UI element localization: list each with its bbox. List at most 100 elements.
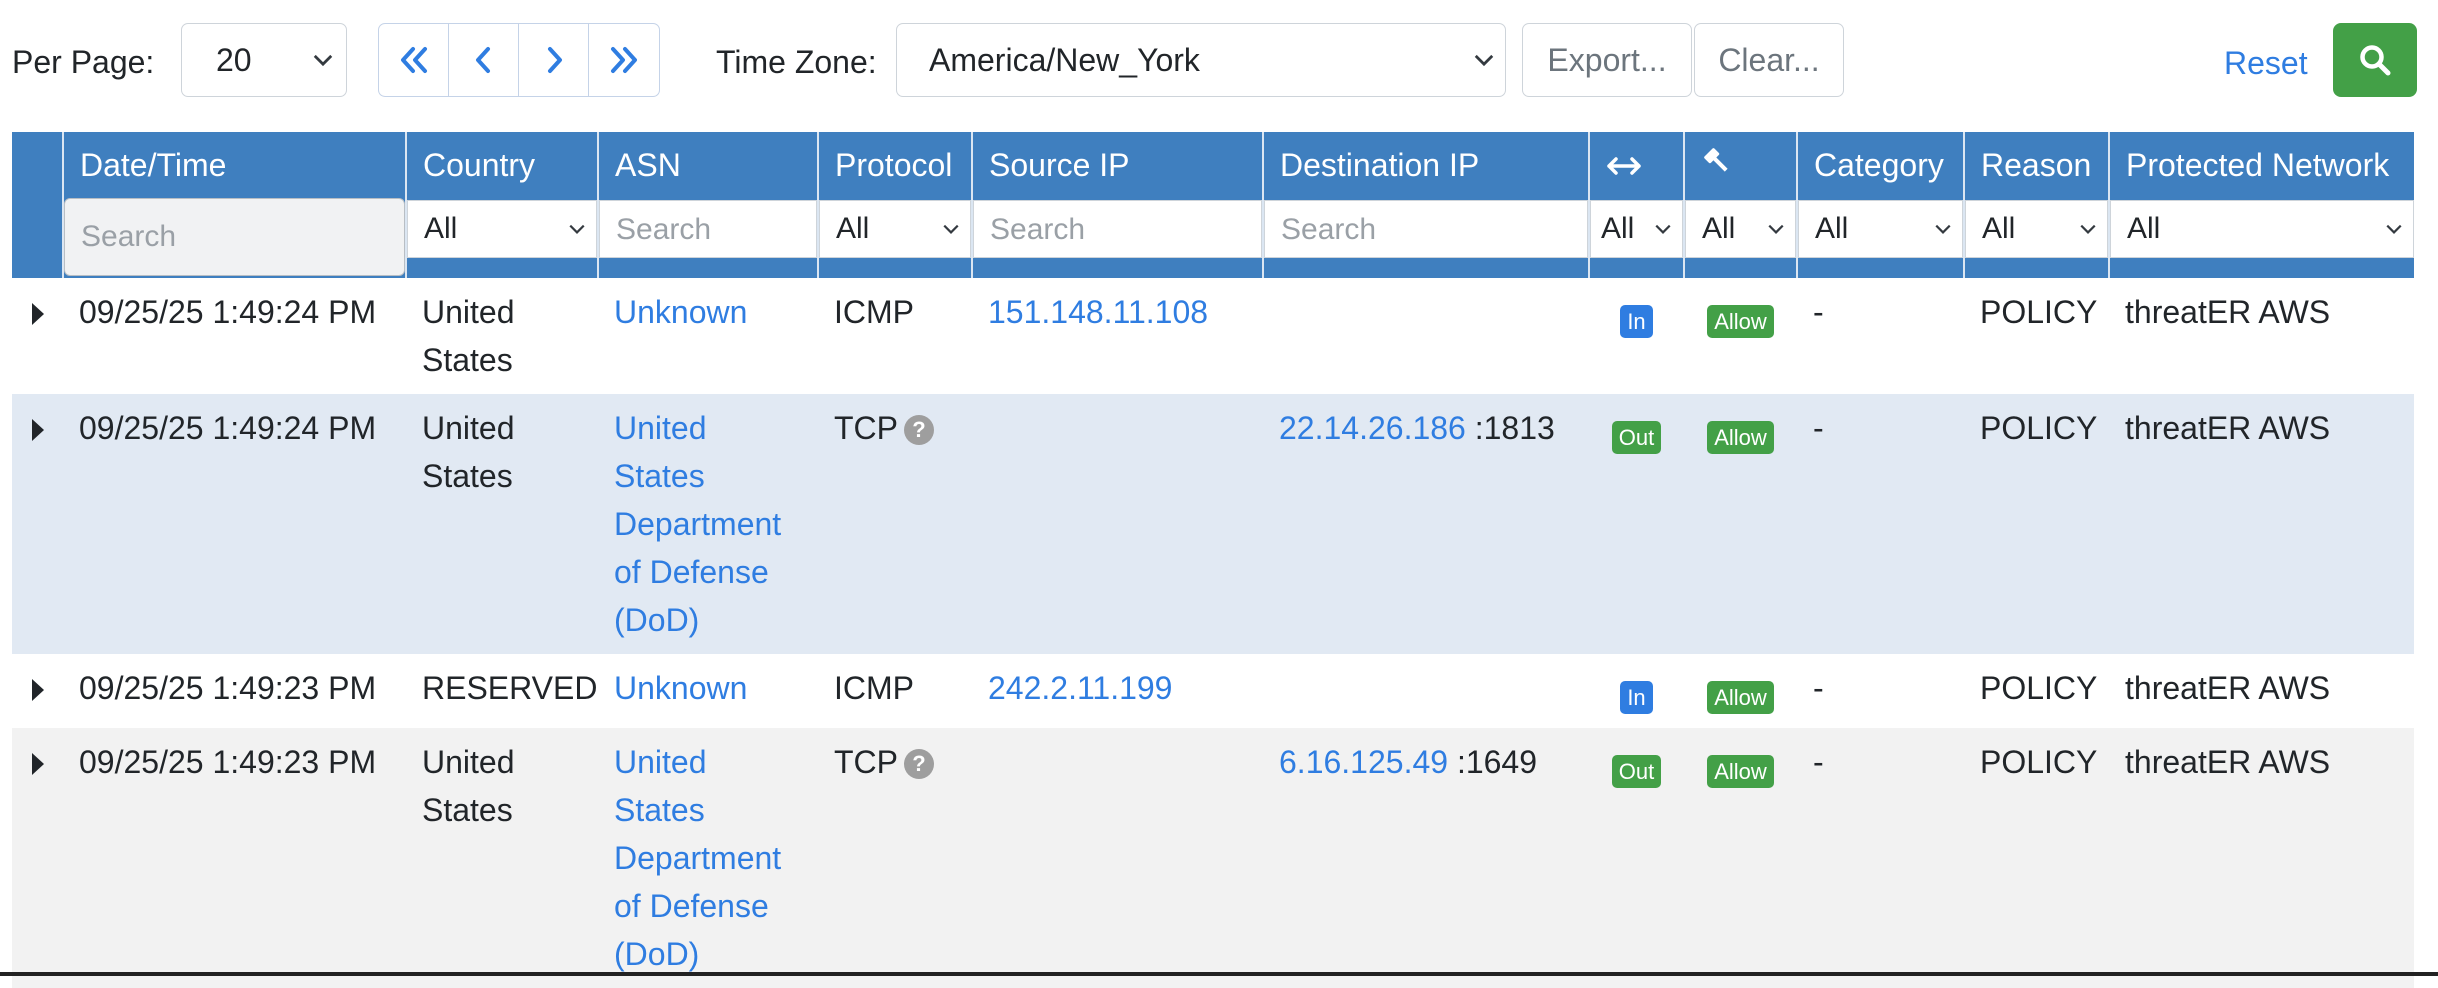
destination-ip-search-input[interactable]: Search [1264,200,1588,258]
datetime-search-input[interactable]: Search [64,198,405,276]
cell-protocol: ICMP [818,654,972,728]
gavel-icon [1704,148,1728,172]
source-ip-link[interactable]: 151.148.11.108 [988,294,1208,330]
chevron-down-icon [943,224,959,234]
expand-cell[interactable] [12,278,63,394]
cell-country: United States [406,394,598,654]
toolbar: Per Page: 20 Time Zone: America/New_York… [0,0,2438,126]
action-badge: Allow [1707,755,1774,788]
next-page-button[interactable] [519,24,589,96]
source-ip-link[interactable]: 242.2.11.199 [988,670,1172,706]
column-header-asn[interactable]: ASN [597,132,818,198]
expand-cell[interactable] [12,394,63,654]
cell-protected-network: threatER AWS [2109,394,2414,654]
cell-reason: POLICY [1964,394,2109,654]
column-header-protected-network[interactable]: Protected Network [2108,132,2414,198]
column-header-protocol[interactable]: Protocol [817,132,972,198]
chevron-down-icon [569,224,585,234]
cell-country: RESERVED [406,654,598,728]
destination-port: :1649 [1456,744,1538,780]
expand-cell[interactable] [12,654,63,728]
cell-protected-network: threatER AWS [2109,728,2414,988]
question-circle-icon[interactable]: ? [904,749,934,779]
clear-button[interactable]: Clear... [1694,23,1844,97]
cell-destination-ip [1263,654,1589,728]
column-header-destination-ip[interactable]: Destination IP [1262,132,1589,198]
cell-datetime: 09/25/25 1:49:23 PM [63,728,406,988]
table-row[interactable]: 09/25/25 1:49:24 PM United States Unknow… [12,278,2414,394]
direction-badge: In [1620,305,1653,338]
cell-category: - [1797,654,1964,728]
timezone-label: Time Zone: [716,44,877,80]
filter-row: Search All Search All Search Search All … [12,198,2414,278]
cell-country: United States [406,278,598,394]
column-header-reason[interactable]: Reason [1963,132,2109,198]
pagination [378,23,660,97]
per-page-value: 20 [216,41,252,78]
caret-right-icon [31,419,44,441]
header-row: Date/Time Country ASN Protocol Source IP… [12,132,2414,198]
column-header-direction[interactable] [1588,132,1684,198]
asn-link[interactable]: United States Department of Defense (DoD… [614,410,781,638]
cell-protected-network: threatER AWS [2109,278,2414,394]
cell-protocol: ICMP [818,278,972,394]
chevron-right-icon [547,47,562,73]
table-row[interactable]: 09/25/25 1:49:23 PM RESERVED Unknown ICM… [12,654,2414,728]
previous-page-button[interactable] [449,24,519,96]
column-header-country[interactable]: Country [405,132,598,198]
search-button[interactable] [2333,23,2417,97]
chevron-down-icon [1768,224,1784,234]
cell-datetime: 09/25/25 1:49:24 PM [63,278,406,394]
per-page-select[interactable]: 20 [181,23,347,97]
asn-search-input[interactable]: Search [599,200,817,258]
left-right-arrow-icon [1607,156,1641,175]
question-circle-icon[interactable]: ? [904,415,934,445]
cell-category: - [1797,394,1964,654]
direction-badge: Out [1611,755,1662,788]
chevron-down-icon [2386,224,2402,234]
destination-ip-link[interactable]: 22.14.26.186 [1279,410,1466,446]
expand-cell[interactable] [12,728,63,988]
asn-link[interactable]: Unknown [614,670,747,706]
column-header-action[interactable] [1683,132,1797,198]
column-header-datetime[interactable]: Date/Time [62,132,406,198]
column-header-source-ip[interactable]: Source IP [971,132,1263,198]
first-page-button[interactable] [379,24,449,96]
chevron-down-icon [1935,224,1951,234]
column-header-category[interactable]: Category [1796,132,1964,198]
export-button[interactable]: Export... [1522,23,1692,97]
table-row[interactable]: 09/25/25 1:49:23 PM United States United… [12,728,2414,988]
table-row[interactable]: 09/25/25 1:49:24 PM United States United… [12,394,2414,654]
bottom-border [0,972,2438,976]
last-page-button[interactable] [589,24,659,96]
asn-link[interactable]: Unknown [614,294,747,330]
reason-filter-select[interactable]: All [1965,200,2108,258]
action-filter-select[interactable]: All [1685,200,1796,258]
cell-protocol: TCP [834,744,898,780]
caret-right-icon [31,679,44,701]
cell-datetime: 09/25/25 1:49:23 PM [63,654,406,728]
direction-badge: In [1620,681,1653,714]
destination-port: :1813 [1474,410,1555,446]
asn-link[interactable]: United States Department of Defense (DoD… [614,744,781,972]
action-badge: Allow [1707,305,1774,338]
protocol-filter-select[interactable]: All [819,200,971,258]
chevron-down-icon [2080,224,2096,234]
reset-link[interactable]: Reset [2224,45,2308,82]
direction-filter-select[interactable]: All [1590,200,1683,258]
country-filter-select[interactable]: All [407,200,597,258]
source-ip-search-input[interactable]: Search [973,200,1262,258]
cell-protected-network: threatER AWS [2109,654,2414,728]
timezone-select[interactable]: America/New_York [896,23,1506,97]
chevron-down-icon [1655,224,1671,234]
protected-network-filter-select[interactable]: All [2110,200,2414,258]
double-chevron-right-icon [611,47,637,73]
cell-source-ip [972,728,1263,988]
cell-category: - [1797,728,1964,988]
category-filter-select[interactable]: All [1798,200,1963,258]
caret-right-icon [31,753,44,775]
events-table: Date/Time Country ASN Protocol Source IP… [12,132,2414,988]
action-badge: Allow [1707,681,1774,714]
cell-reason: POLICY [1964,654,2109,728]
destination-ip-link[interactable]: 6.16.125.49 [1279,744,1448,780]
